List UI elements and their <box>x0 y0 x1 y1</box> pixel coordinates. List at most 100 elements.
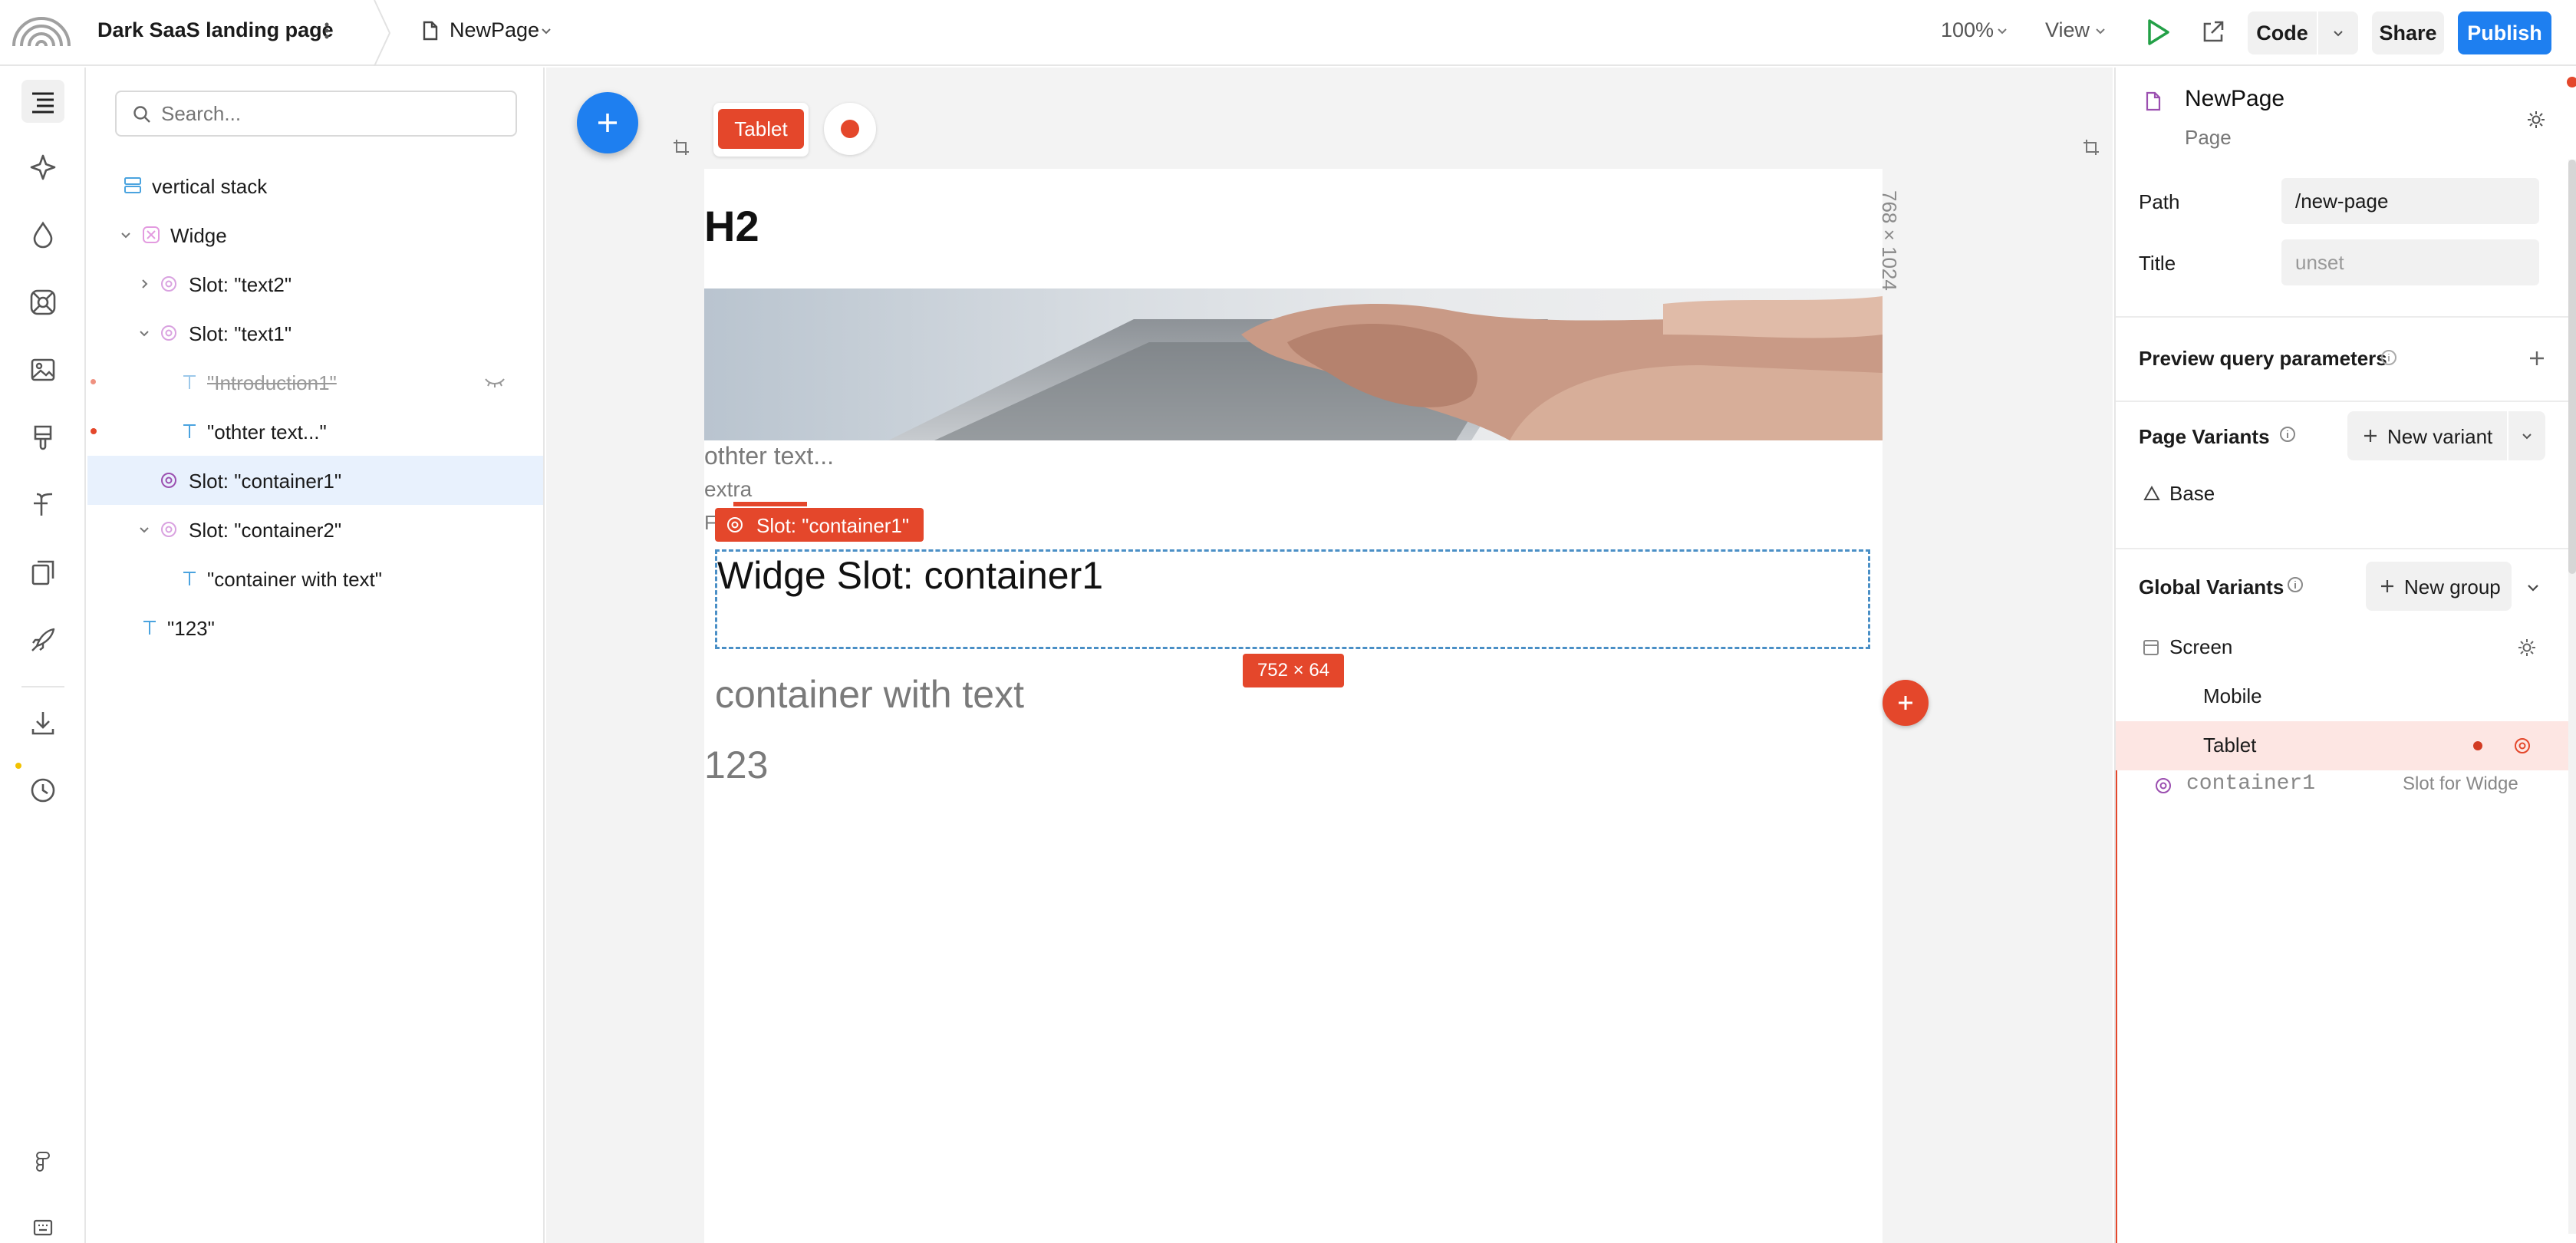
layer-row[interactable]: "123" <box>87 603 543 652</box>
new-variant-dropdown[interactable] <box>2508 411 2545 460</box>
new-variant-label: New variant <box>2387 425 2493 448</box>
figma-icon[interactable] <box>21 1140 64 1183</box>
page-selector[interactable]: NewPage <box>450 18 539 42</box>
layer-row[interactable]: Slot: "text2" <box>87 259 543 308</box>
new-group-button[interactable]: New group <box>2366 562 2512 611</box>
plus-icon <box>1899 696 1912 710</box>
components-icon[interactable] <box>21 146 64 189</box>
keyboard-shortcuts-icon[interactable] <box>21 1206 64 1243</box>
heading-h2[interactable]: H2 <box>704 201 759 251</box>
chevron-down-icon[interactable] <box>120 229 132 241</box>
component-icon <box>143 226 160 243</box>
screen-group-label[interactable]: Screen <box>2169 635 2232 659</box>
slot-icon <box>2156 778 2171 793</box>
zoom-chevron-icon[interactable] <box>1996 25 2008 37</box>
chevron-down-icon[interactable] <box>540 25 552 37</box>
project-name[interactable]: Dark SaaS landing page <box>97 18 334 42</box>
divider <box>2116 316 2576 318</box>
chevron-down-icon[interactable] <box>138 327 150 339</box>
pages-icon[interactable] <box>21 551 64 594</box>
target-icon[interactable] <box>2513 737 2532 755</box>
selected-slot-box[interactable]: Widge Slot: container1 <box>715 549 1870 649</box>
divider <box>2116 548 2576 549</box>
gear-icon[interactable] <box>2516 637 2538 658</box>
frame-corner-icon[interactable] <box>672 138 690 157</box>
base-variant[interactable]: Base <box>2169 482 2215 506</box>
zoom-level[interactable]: 100% <box>1941 18 1994 42</box>
artboard-tablet[interactable]: H2 othter text... extra F Slot: "contain… <box>704 169 1883 1243</box>
page-icon <box>420 18 440 43</box>
tokens-drop-icon[interactable] <box>21 213 64 256</box>
search-input[interactable] <box>161 100 499 127</box>
design-canvas[interactable]: Tablet H2 othter text... extra F Slot: "… <box>546 68 2113 1243</box>
scrollbar-track[interactable] <box>2568 160 2576 1234</box>
top-bar: Dark SaaS landing page NewPage 100% View… <box>0 0 2576 66</box>
code-dropdown-button[interactable] <box>2318 12 2358 54</box>
add-element-button[interactable] <box>577 92 638 153</box>
fonts-icon[interactable] <box>21 483 64 526</box>
info-icon[interactable] <box>2286 575 2304 594</box>
logo-icon[interactable] <box>11 11 72 54</box>
layer-row[interactable]: vertical stack <box>87 161 543 210</box>
slot-tag[interactable]: Slot: "container1" <box>715 508 924 542</box>
text-extra[interactable]: extra <box>704 477 752 502</box>
title-label: Title <box>2139 252 2176 275</box>
history-clock-icon[interactable] <box>21 769 64 812</box>
slot-name: container1 <box>2186 772 2316 796</box>
external-link-icon[interactable] <box>2200 18 2226 46</box>
variant-mobile[interactable]: Mobile <box>2203 684 2262 708</box>
import-download-icon[interactable] <box>21 701 64 744</box>
new-variant-button[interactable]: New variant <box>2347 411 2507 460</box>
info-icon[interactable] <box>2278 425 2297 443</box>
search-box[interactable] <box>115 91 517 137</box>
hero-image[interactable] <box>704 288 1883 440</box>
image-assets-icon[interactable] <box>21 348 64 391</box>
breakpoint-badge[interactable]: Tablet <box>718 109 804 149</box>
add-query-param-icon[interactable] <box>2527 348 2547 368</box>
layer-row[interactable]: Slot: "text1" <box>87 308 543 358</box>
plus-icon <box>2381 580 2393 592</box>
recording-dot-icon[interactable] <box>2473 741 2482 750</box>
chevron-right-icon[interactable] <box>138 278 150 290</box>
project-menu-icon[interactable] <box>322 18 331 43</box>
mixins-icon[interactable] <box>21 281 64 324</box>
page-variants-heading: Page Variants <box>2139 425 2270 448</box>
title-field[interactable]: unset <box>2281 239 2539 285</box>
insert-after-button[interactable] <box>1883 680 1929 726</box>
variant-tablet-row[interactable]: Tablet <box>2116 721 2576 770</box>
layer-row[interactable]: "Introduction1" <box>87 358 543 407</box>
search-icon <box>132 104 152 124</box>
text-othter[interactable]: othter text... <box>704 442 834 470</box>
text-123[interactable]: 123 <box>704 743 768 787</box>
frame-corner-icon[interactable] <box>2082 138 2100 157</box>
text-container-with-text[interactable]: container with text <box>715 672 1024 717</box>
themes-brush-icon[interactable] <box>21 416 64 459</box>
page-icon <box>2146 91 2161 111</box>
slot-content-text[interactable]: Widge Slot: container1 <box>717 553 1103 598</box>
layer-row[interactable]: Slot: "container2" <box>87 505 543 554</box>
gear-icon[interactable] <box>2525 109 2547 130</box>
layer-row[interactable]: Widge <box>87 210 543 259</box>
layer-row[interactable]: "othter text..." <box>87 407 543 456</box>
eye-closed-icon[interactable] <box>483 374 506 390</box>
path-field[interactable]: /new-page <box>2281 178 2539 224</box>
view-menu[interactable]: View <box>2045 18 2090 42</box>
layer-label: "othter text..." <box>207 420 327 443</box>
layer-row-selected[interactable]: Slot: "container1" <box>87 456 543 505</box>
base-triangle-icon <box>2143 485 2160 500</box>
chevron-down-icon[interactable] <box>138 523 150 536</box>
view-chevron-icon[interactable] <box>2094 25 2107 37</box>
page-subtitle: Page <box>2185 126 2232 149</box>
outline-icon[interactable] <box>21 80 64 123</box>
deploy-rocket-icon[interactable] <box>21 618 64 661</box>
play-icon[interactable] <box>2145 17 2171 48</box>
share-button[interactable]: Share <box>2372 12 2444 54</box>
info-icon[interactable] <box>2380 348 2398 367</box>
publish-button[interactable]: Publish <box>2458 12 2551 54</box>
layer-row[interactable]: "container with text" <box>87 554 543 603</box>
code-button[interactable]: Code <box>2248 12 2317 54</box>
record-button[interactable] <box>824 103 876 155</box>
page-title[interactable]: NewPage <box>2185 86 2284 112</box>
chevron-down-icon[interactable] <box>2525 580 2541 595</box>
scrollbar-thumb[interactable] <box>2568 160 2576 574</box>
